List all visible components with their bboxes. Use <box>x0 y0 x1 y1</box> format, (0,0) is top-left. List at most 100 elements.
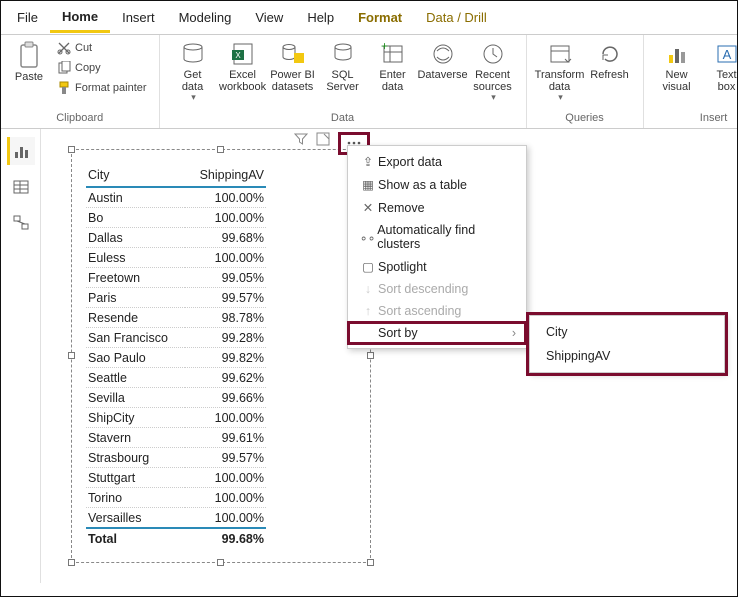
sort-asc-icon: ↑ <box>358 304 378 318</box>
clusters-icon: ∘∘ <box>358 230 377 245</box>
table-row[interactable]: Stavern99.61% <box>86 428 266 448</box>
menu-file[interactable]: File <box>5 4 50 31</box>
menu-view[interactable]: View <box>243 4 295 31</box>
report-view-button[interactable] <box>7 137 35 165</box>
cut-button[interactable]: Cut <box>53 39 151 57</box>
table-row[interactable]: Torino100.00% <box>86 488 266 508</box>
menu-auto-clusters[interactable]: ∘∘Automatically find clusters <box>348 219 526 255</box>
text-box-button[interactable]: AText box <box>702 39 738 95</box>
table-row[interactable]: Versailles100.00% <box>86 508 266 529</box>
table-row[interactable]: Sao Paulo99.82% <box>86 348 266 368</box>
sort-by-city[interactable]: City <box>530 320 724 344</box>
textbox-icon: A <box>714 41 738 67</box>
filter-icon[interactable] <box>294 132 308 155</box>
chart-icon <box>664 41 690 67</box>
menu-home[interactable]: Home <box>50 3 110 33</box>
cell-value: 98.78% <box>185 308 266 328</box>
menu-data-drill[interactable]: Data / Drill <box>414 4 499 31</box>
menu-spotlight[interactable]: ▢Spotlight <box>348 255 526 278</box>
col-header-city[interactable]: City <box>86 164 185 187</box>
cell-value: 100.00% <box>185 468 266 488</box>
resize-handle[interactable] <box>68 559 75 566</box>
menu-modeling[interactable]: Modeling <box>167 4 244 31</box>
table-row[interactable]: Resende98.78% <box>86 308 266 328</box>
ribbon-group-clipboard: Paste Cut Copy Format painter Clipboard <box>1 35 160 128</box>
col-header-shippingav[interactable]: ShippingAV <box>185 164 266 187</box>
menu-help[interactable]: Help <box>295 4 346 31</box>
group-label: Queries <box>535 112 635 126</box>
table-row[interactable]: Sevilla99.66% <box>86 388 266 408</box>
new-visual-button[interactable]: New visual <box>652 39 702 95</box>
enter-data-button[interactable]: +Enter data <box>368 39 418 95</box>
table-row[interactable]: Freetown99.05% <box>86 268 266 288</box>
spotlight-icon: ▢ <box>358 259 378 274</box>
table-visual[interactable]: City ShippingAV Austin100.00%Bo100.00%Da… <box>71 149 371 563</box>
cell-value: 99.28% <box>185 328 266 348</box>
ribbon-group-data: Get data▾ XExcel workbook Power BI datas… <box>160 35 527 128</box>
svg-text:X: X <box>235 51 241 60</box>
cell-city: Paris <box>86 288 185 308</box>
get-data-button[interactable]: Get data▾ <box>168 39 218 105</box>
resize-handle[interactable] <box>68 146 75 153</box>
cell-city: Stuttgart <box>86 468 185 488</box>
cell-city: Seattle <box>86 368 185 388</box>
menu-export-data[interactable]: ⇪Export data <box>348 150 526 173</box>
cell-value: 100.00% <box>185 187 266 208</box>
menu-sort-by[interactable]: Sort by› <box>348 322 526 344</box>
resize-handle[interactable] <box>367 559 374 566</box>
sql-server-button[interactable]: SQL Server <box>318 39 368 95</box>
table-row[interactable]: Euless100.00% <box>86 248 266 268</box>
group-label: Clipboard <box>9 112 151 126</box>
focus-mode-icon[interactable] <box>316 132 330 155</box>
cell-city: Stavern <box>86 428 185 448</box>
copy-button[interactable]: Copy <box>53 59 151 77</box>
table-row[interactable]: Bo100.00% <box>86 208 266 228</box>
cell-value: 99.66% <box>185 388 266 408</box>
table-row[interactable]: Stuttgart100.00% <box>86 468 266 488</box>
resize-handle[interactable] <box>217 559 224 566</box>
sort-by-shippingav[interactable]: ShippingAV <box>530 344 724 368</box>
table-row[interactable]: Seattle99.62% <box>86 368 266 388</box>
excel-icon: X <box>230 41 256 67</box>
recent-sources-button[interactable]: Recent sources▾ <box>468 39 518 105</box>
transform-data-button[interactable]: Transform data▾ <box>535 39 585 105</box>
cell-value: 100.00% <box>185 208 266 228</box>
table-row[interactable]: San Francisco99.28% <box>86 328 266 348</box>
excel-workbook-button[interactable]: XExcel workbook <box>218 39 268 95</box>
refresh-button[interactable]: Refresh <box>585 39 635 83</box>
cell-value: 99.57% <box>185 288 266 308</box>
data-view-button[interactable] <box>7 173 35 201</box>
cell-value: 99.82% <box>185 348 266 368</box>
paste-button[interactable]: Paste <box>10 39 48 85</box>
resize-handle[interactable] <box>217 146 224 153</box>
powerbi-datasets-button[interactable]: Power BI datasets <box>268 39 318 95</box>
cell-city: Versailles <box>86 508 185 529</box>
sql-icon <box>330 41 356 67</box>
clipboard-icon <box>17 41 41 69</box>
table-row[interactable]: Dallas99.68% <box>86 228 266 248</box>
ribbon: Paste Cut Copy Format painter Clipboard … <box>1 35 737 129</box>
menu-show-as-table[interactable]: ▦Show as a table <box>348 173 526 196</box>
cell-city: Torino <box>86 488 185 508</box>
remove-icon: ✕ <box>358 200 378 215</box>
menu-remove[interactable]: ✕Remove <box>348 196 526 219</box>
cell-value: 99.05% <box>185 268 266 288</box>
view-rail <box>1 129 41 583</box>
report-canvas[interactable]: City ShippingAV Austin100.00%Bo100.00%Da… <box>41 129 737 583</box>
sort-desc-icon: ↓ <box>358 282 378 296</box>
resize-handle[interactable] <box>367 352 374 359</box>
menu-insert[interactable]: Insert <box>110 4 167 31</box>
resize-handle[interactable] <box>68 352 75 359</box>
model-view-button[interactable] <box>7 209 35 237</box>
cell-value: 100.00% <box>185 408 266 428</box>
format-painter-button[interactable]: Format painter <box>53 79 151 97</box>
table-row[interactable]: Austin100.00% <box>86 187 266 208</box>
table-row[interactable]: ShipCity100.00% <box>86 408 266 428</box>
menu-format[interactable]: Format <box>346 4 414 31</box>
brush-icon <box>57 81 71 95</box>
cell-city: San Francisco <box>86 328 185 348</box>
table-row[interactable]: Paris99.57% <box>86 288 266 308</box>
table-row[interactable]: Strasbourg99.57% <box>86 448 266 468</box>
model-icon <box>12 214 30 232</box>
dataverse-button[interactable]: Dataverse <box>418 39 468 83</box>
